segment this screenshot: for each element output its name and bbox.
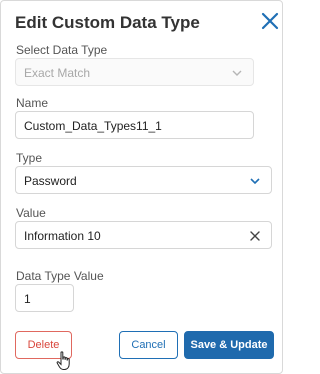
- select-data-type-value: Exact Match: [24, 66, 91, 80]
- type-dropdown[interactable]: Password: [15, 166, 272, 194]
- value-input-value: Information 10: [24, 229, 101, 243]
- name-label: Name: [16, 96, 49, 110]
- hand-pointer-icon: [56, 351, 70, 370]
- data-type-value-label: Data Type Value: [16, 269, 104, 283]
- value-label: Value: [16, 206, 46, 220]
- close-icon[interactable]: [259, 10, 281, 32]
- dialog-title: Edit Custom Data Type: [15, 13, 200, 32]
- cancel-button[interactable]: Cancel: [119, 331, 178, 359]
- chevron-down-icon: [250, 178, 260, 185]
- data-type-value-input-value: 1: [24, 292, 31, 306]
- select-data-type-label: Select Data Type: [16, 43, 108, 57]
- data-type-value-input[interactable]: 1: [15, 284, 74, 312]
- name-input-value: Custom_Data_Types11_1: [24, 119, 162, 133]
- type-value: Password: [24, 174, 77, 188]
- select-data-type-dropdown: Exact Match: [15, 58, 254, 86]
- save-update-button[interactable]: Save & Update: [184, 331, 274, 359]
- chevron-down-icon: [232, 70, 242, 76]
- name-input[interactable]: Custom_Data_Types11_1: [15, 111, 254, 139]
- clear-icon[interactable]: [249, 230, 261, 242]
- value-input[interactable]: Information 10: [15, 221, 272, 249]
- edit-custom-data-type-dialog: Edit Custom Data Type Select Data Type E…: [0, 0, 283, 374]
- type-label: Type: [16, 151, 43, 165]
